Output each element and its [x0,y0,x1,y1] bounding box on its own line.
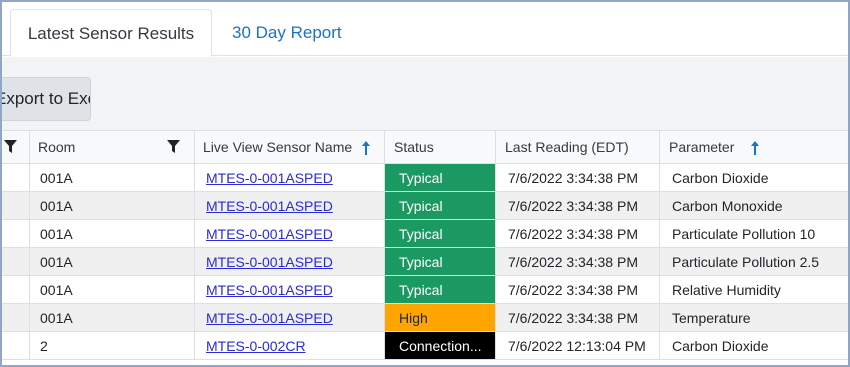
status-cell: Typical [385,248,495,275]
header-hidden-column [2,131,29,163]
last-reading-cell: 7/6/2022 3:34:38 PM [508,281,638,298]
row-hidden-cell [2,192,29,219]
header-sensor-name-label: Live View Sensor Name [203,139,353,155]
toolbar: Export to Excel [2,57,848,130]
row-hidden-cell [2,304,29,331]
table-row[interactable]: 001A MTES-0-001ASPED Typical 7/6/2022 3:… [2,248,848,276]
row-hidden-cell [2,276,29,303]
table-row[interactable]: 001A MTES-0-001ASPED Typical 7/6/2022 3:… [2,220,848,248]
sensor-name-cell: MTES-0-001ASPED [195,248,384,275]
tab-bar: Latest Sensor Results 30 Day Report [2,2,848,57]
room-cell: 2 [40,337,48,354]
status-cell: Typical [385,164,495,191]
parameter-cell: Carbon Monoxide [672,197,783,214]
sensor-link[interactable]: MTES-0-001ASPED [206,254,333,270]
parameter-cell: Carbon Dioxide [672,337,769,354]
status-cell: Connection... [385,332,495,359]
table-row[interactable]: 001A MTES-0-001ASPED Typical 7/6/2022 3:… [2,192,848,220]
room-cell: 001A [40,225,73,242]
app-frame: Latest Sensor Results 30 Day Report Expo… [0,0,850,367]
sensor-name-cell: MTES-0-002CR [195,332,384,359]
header-room[interactable]: Room [30,131,194,163]
last-reading-cell: 7/6/2022 3:34:38 PM [508,169,638,186]
sort-ascending-icon[interactable] [361,140,371,156]
last-reading-cell: 7/6/2022 3:34:38 PM [508,253,638,270]
parameter-cell: Temperature [672,309,751,326]
parameter-cell: Relative Humidity [672,281,781,298]
table-header-row: Room Live View Sensor Name Status Last R… [2,130,848,164]
status-cell: Typical [385,192,495,219]
status-text: High [399,309,428,326]
last-reading-cell: 7/6/2022 3:34:38 PM [508,197,638,214]
table-row[interactable]: 001A MTES-0-001ASPED High 7/6/2022 3:34:… [2,304,848,332]
status-text: Connection... [399,337,482,354]
sensor-link[interactable]: MTES-0-001ASPED [206,198,333,214]
export-to-excel-button[interactable]: Export to Excel [2,77,91,121]
sensor-name-cell: MTES-0-001ASPED [195,192,384,219]
parameter-cell: Carbon Dioxide [672,169,769,186]
header-status-label: Status [394,139,434,155]
last-reading-cell: 7/6/2022 3:34:38 PM [508,309,638,326]
parameter-cell: Particulate Pollution 10 [672,225,816,242]
room-cell: 001A [40,281,73,298]
row-hidden-cell [2,248,29,275]
filter-icon[interactable] [167,140,180,154]
sensor-name-cell: MTES-0-001ASPED [195,304,384,331]
table-row[interactable]: 001A MTES-0-001ASPED Typical 7/6/2022 3:… [2,164,848,192]
table-row[interactable]: 2 MTES-0-002CR Connection... 7/6/2022 12… [2,332,848,360]
row-hidden-cell [2,220,29,247]
status-cell: Typical [385,220,495,247]
sensor-link[interactable]: MTES-0-001ASPED [206,282,333,298]
sensor-link[interactable]: MTES-0-001ASPED [206,226,333,242]
header-last-reading[interactable]: Last Reading (EDT) [496,131,659,163]
status-cell: Typical [385,276,495,303]
header-status[interactable]: Status [385,131,495,163]
row-hidden-cell [2,332,29,359]
sensor-link[interactable]: MTES-0-001ASPED [206,170,333,186]
status-text: Typical [399,281,443,298]
last-reading-cell: 7/6/2022 12:13:04 PM [508,337,646,354]
room-cell: 001A [40,309,73,326]
row-hidden-cell [2,164,29,191]
status-text: Typical [399,253,443,270]
header-parameter-label: Parameter [669,139,735,155]
room-cell: 001A [40,197,73,214]
tab-30-day-report[interactable]: 30 Day Report [214,9,360,57]
sensor-name-cell: MTES-0-001ASPED [195,276,384,303]
sensor-link[interactable]: MTES-0-001ASPED [206,310,333,326]
table-row[interactable]: 001A MTES-0-001ASPED Typical 7/6/2022 3:… [2,276,848,304]
status-text: Typical [399,225,443,242]
room-cell: 001A [40,253,73,270]
status-text: Typical [399,197,443,214]
sensor-name-cell: MTES-0-001ASPED [195,220,384,247]
last-reading-cell: 7/6/2022 3:34:38 PM [508,225,638,242]
header-last-reading-label: Last Reading (EDT) [505,139,629,155]
sensor-name-cell: MTES-0-001ASPED [195,164,384,191]
header-room-label: Room [38,139,76,155]
tab-latest-sensor-results[interactable]: Latest Sensor Results [10,9,212,57]
room-cell: 001A [40,169,73,186]
status-text: Typical [399,169,443,186]
header-sensor-name[interactable]: Live View Sensor Name [195,131,384,163]
status-cell: High [385,304,495,331]
parameter-cell: Particulate Pollution 2.5 [672,253,820,270]
filter-icon[interactable] [4,140,17,154]
sensor-link[interactable]: MTES-0-002CR [206,338,306,354]
sort-ascending-icon[interactable] [750,140,760,156]
header-parameter[interactable]: Parameter [660,131,848,163]
